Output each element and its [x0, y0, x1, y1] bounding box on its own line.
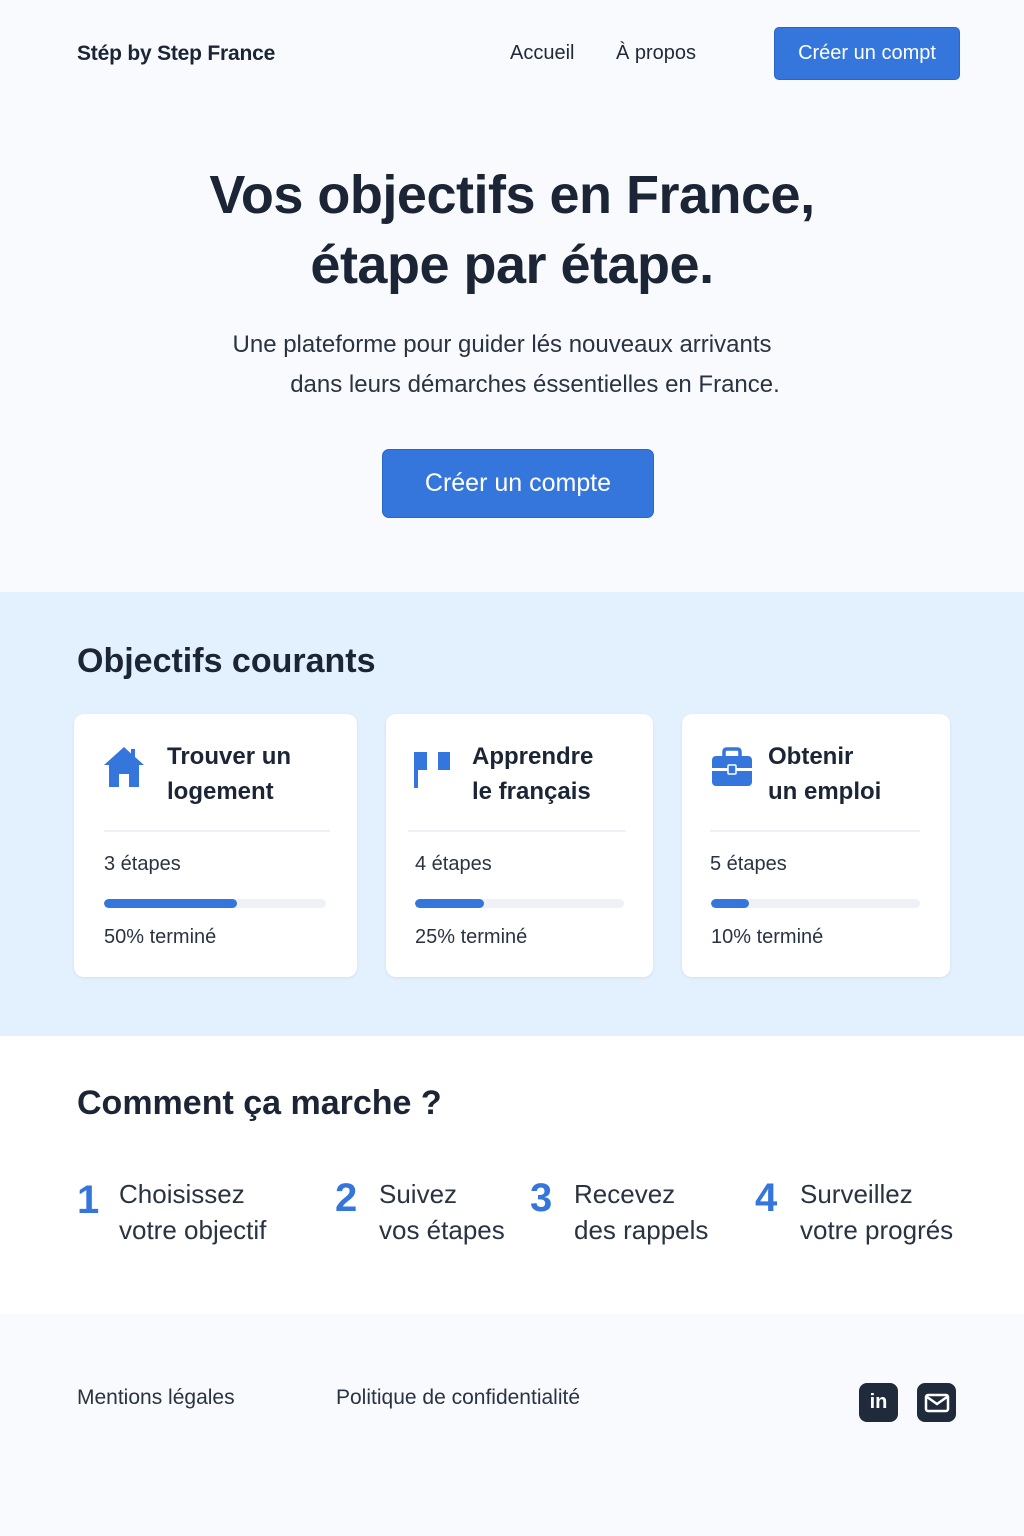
nav-link-a-propos[interactable]: À propos — [616, 42, 696, 65]
mail-icon — [924, 1393, 949, 1412]
step-text-line-1: Choisissez — [119, 1179, 245, 1209]
step-text-line-2: votre progrés — [800, 1215, 954, 1245]
step-number: 3 — [530, 1176, 553, 1220]
header-create-account-button[interactable]: Créer un compt — [774, 27, 960, 80]
step-text: Suivez vos étapes — [379, 1176, 505, 1248]
objective-card-title-line-2: un emploi — [768, 778, 882, 805]
card-divider — [408, 830, 626, 832]
footer-link-privacy[interactable]: Politique de confidentialité — [336, 1386, 580, 1410]
objective-card-progress-label: 25% terminé — [415, 926, 528, 948]
objective-card-title: Apprendre le français — [472, 739, 593, 809]
objective-card-title-line-1: Apprendre — [472, 743, 594, 770]
step-number: 4 — [755, 1176, 778, 1220]
hero-subtitle: Une plateforme pour guider lés nouveaux … — [0, 325, 1024, 405]
objective-card-housing[interactable]: Trouver un logement 3 étapes 50% terminé — [74, 714, 357, 977]
step-text-line-1: Recevez — [574, 1179, 676, 1209]
hero-subtitle-line-1: Une plateforme pour guider lés nouveaux … — [232, 331, 772, 358]
objective-card-title: Trouver un logement — [167, 739, 291, 809]
progress-bar — [711, 899, 920, 908]
objective-card-french[interactable]: Apprendre le français 4 étapes 25% termi… — [386, 714, 653, 977]
flag-icon — [414, 752, 450, 788]
objective-card-title: Obtenir un emploi — [768, 739, 881, 809]
progress-bar — [104, 899, 326, 908]
objective-card-steps: 4 étapes — [415, 853, 492, 875]
step-text: Recevez des rappels — [574, 1176, 708, 1248]
objective-card-title-line-2: logement — [167, 778, 274, 805]
how-it-works-section — [0, 1036, 1024, 1314]
step-text-line-1: Surveillez — [800, 1179, 913, 1209]
step-text-line-2: des rappels — [574, 1215, 709, 1245]
hero-create-account-button[interactable]: Créer un compte — [382, 449, 654, 518]
step-text-line-2: votre objectif — [119, 1215, 267, 1245]
objective-card-title-line-2: le français — [472, 778, 591, 805]
objectives-title: Objectifs courants — [77, 642, 376, 680]
mail-button[interactable] — [917, 1383, 956, 1422]
hero-title-line-1: Vos objectifs en France, — [209, 165, 815, 225]
step-text-line-2: vos étapes — [379, 1215, 505, 1245]
step-number: 2 — [335, 1176, 358, 1220]
linkedin-icon: in — [869, 1391, 888, 1413]
card-divider — [710, 830, 920, 832]
step-text: Surveillez votre progrés — [800, 1176, 953, 1248]
step-number: 1 — [77, 1178, 100, 1222]
progress-bar — [415, 899, 624, 908]
objective-card-job[interactable]: Obtenir un emploi 5 étapes 10% terminé — [682, 714, 950, 977]
footer-link-legal[interactable]: Mentions légales — [77, 1386, 235, 1410]
objective-card-steps: 5 étapes — [710, 853, 787, 875]
house-icon — [104, 747, 144, 787]
objective-card-progress-label: 50% terminé — [104, 926, 217, 948]
progress-bar-fill — [415, 899, 484, 908]
nav-link-accueil[interactable]: Accueil — [510, 42, 574, 65]
card-divider — [104, 830, 330, 832]
step-text: Choisissez votre objectif — [119, 1176, 266, 1248]
hero-subtitle-line-2: dans leurs démarches éssentielles en Fra… — [290, 371, 780, 398]
hero-title: Vos objectifs en France, étape par étape… — [0, 160, 1024, 300]
briefcase-icon — [712, 747, 752, 786]
hero-title-line-2: étape par étape. — [310, 235, 714, 295]
step-text-line-1: Suivez — [379, 1179, 458, 1209]
objective-card-title-line-1: Trouver un — [167, 743, 292, 770]
objective-card-progress-label: 10% terminé — [711, 926, 824, 948]
brand-logo[interactable]: Stép by Step France — [77, 42, 275, 66]
objective-card-title-line-1: Obtenir — [768, 743, 854, 770]
progress-bar-fill — [104, 899, 238, 908]
linkedin-button[interactable]: in — [859, 1383, 898, 1422]
progress-bar-fill — [711, 899, 749, 908]
how-it-works-title: Comment ça marche ? — [77, 1084, 442, 1122]
objective-card-steps: 3 étapes — [104, 853, 181, 875]
